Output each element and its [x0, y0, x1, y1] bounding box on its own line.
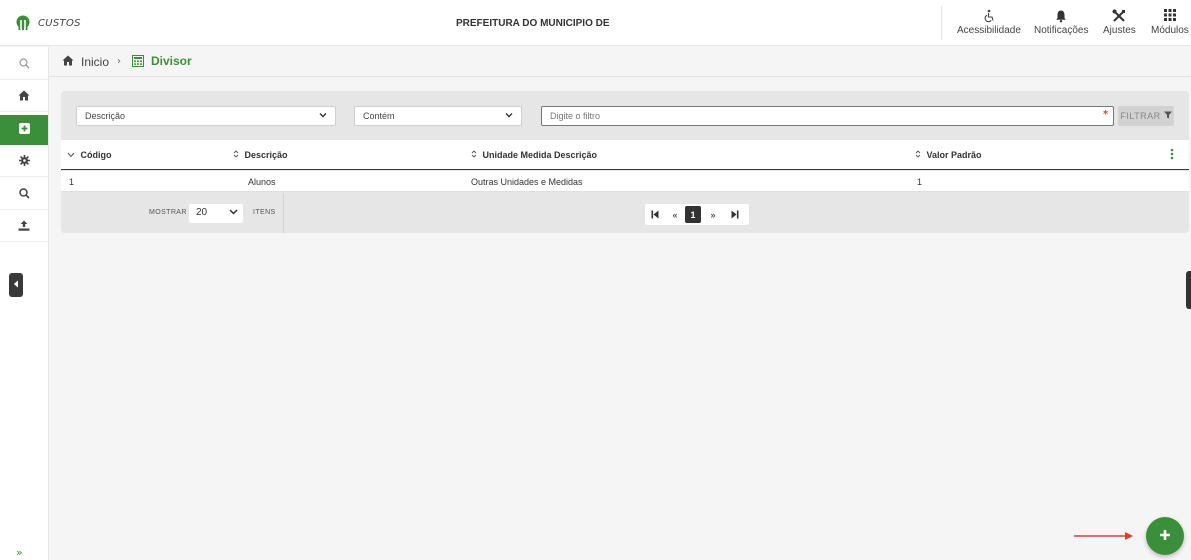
- right-panel-toggle[interactable]: [1186, 271, 1191, 309]
- page-navigation: « 1 »: [645, 204, 749, 225]
- home-icon: [18, 90, 30, 104]
- search-icon: [18, 187, 30, 202]
- accessibility-label: Acessibilidade: [957, 25, 1021, 36]
- accessibility-icon: [957, 9, 1021, 23]
- page-title: Divisor: [151, 54, 192, 68]
- pagination-divider: [283, 193, 284, 233]
- sidebar-search-advanced-button[interactable]: [0, 180, 48, 210]
- notifications-button[interactable]: Notificações: [1034, 9, 1088, 36]
- gear-icon: [18, 154, 30, 169]
- sidebar-add-button[interactable]: [0, 115, 48, 145]
- modules-label: Módulos: [1151, 25, 1189, 36]
- filter-field-select[interactable]: Descrição: [76, 106, 336, 126]
- notifications-label: Notificações: [1034, 25, 1089, 36]
- filter-operator-select[interactable]: Contém: [354, 106, 522, 126]
- breadcrumb: Inicio › Divisor: [49, 47, 1191, 77]
- next-page-button[interactable]: »: [701, 204, 725, 225]
- first-page-button[interactable]: [645, 204, 665, 225]
- column-header-codigo[interactable]: Código: [67, 150, 112, 160]
- sort-icon: [915, 150, 924, 160]
- page-1-button[interactable]: 1: [685, 206, 701, 223]
- column-label: Valor Padrão: [926, 150, 982, 160]
- header-divider: [941, 6, 942, 40]
- last-page-button[interactable]: [725, 204, 745, 225]
- app-logo-icon[interactable]: [15, 15, 31, 31]
- items-label: ITENS: [253, 209, 276, 216]
- chevron-down-icon: [505, 111, 513, 121]
- filter-operator-value: Contém: [363, 111, 395, 121]
- column-options-icon[interactable]: [1170, 148, 1174, 163]
- funnel-icon: [1163, 111, 1172, 121]
- plus-icon: [1159, 529, 1171, 544]
- table-header: Código Descrição Unidade Medida Descriçã…: [61, 140, 1189, 170]
- column-label: Unidade Medida Descrição: [482, 150, 598, 160]
- filter-input[interactable]: [541, 106, 1114, 126]
- sidebar-collapse-toggle[interactable]: [9, 273, 23, 297]
- add-record-button[interactable]: [1146, 517, 1184, 555]
- data-grid-panel: Descrição Contém * FILTRAR Código Descri…: [61, 91, 1189, 233]
- required-mark: *: [1103, 109, 1109, 120]
- search-icon: [18, 57, 30, 72]
- grid-icon: [1151, 9, 1189, 23]
- caret-left-icon: [13, 280, 19, 291]
- sort-icon: [471, 150, 480, 160]
- sidebar-settings-button[interactable]: [0, 147, 48, 177]
- previous-page-button[interactable]: «: [665, 204, 685, 225]
- red-arrow-annotation: [1073, 531, 1135, 544]
- settings-button[interactable]: Ajustes: [1103, 9, 1136, 36]
- chevron-down-icon: [67, 150, 78, 160]
- filter-button[interactable]: FILTRAR: [1118, 106, 1174, 126]
- sidebar-upload-button[interactable]: [0, 212, 48, 242]
- calculator-icon: [132, 55, 144, 70]
- app-name: CUSTOS: [38, 18, 81, 29]
- sidebar-home-button[interactable]: [0, 82, 48, 112]
- chevron-down-icon: [319, 111, 327, 121]
- items-per-page-select[interactable]: 20: [189, 204, 243, 223]
- breadcrumb-separator: ›: [117, 56, 121, 67]
- filter-button-label: FILTRAR: [1120, 111, 1161, 121]
- settings-label: Ajustes: [1103, 25, 1136, 36]
- column-header-unidade[interactable]: Unidade Medida Descrição: [471, 150, 597, 160]
- column-label: Código: [80, 150, 112, 160]
- table-row[interactable]: 1 Alunos Outras Unidades e Medidas 1: [61, 171, 1189, 192]
- sort-icon: [233, 150, 242, 160]
- items-per-page-value: 20: [196, 207, 208, 218]
- upload-icon: [18, 220, 30, 234]
- plus-square-icon: [18, 123, 30, 137]
- breadcrumb-home-link[interactable]: Inicio: [81, 55, 109, 69]
- column-header-descricao[interactable]: Descrição: [233, 150, 288, 160]
- show-label: MOSTRAR: [149, 209, 187, 216]
- column-label: Descrição: [244, 150, 288, 160]
- modules-button[interactable]: Módulos: [1151, 9, 1189, 36]
- left-sidebar: »: [0, 47, 49, 560]
- pagination-bar: MOSTRAR 20 ITENS « 1 »: [61, 193, 1189, 233]
- cell-valor: 1: [917, 177, 923, 187]
- sidebar-search-button[interactable]: [0, 50, 48, 80]
- accessibility-button[interactable]: Acessibilidade: [957, 9, 1021, 36]
- column-header-valor[interactable]: Valor Padrão: [915, 150, 982, 160]
- top-header: CUSTOS PREFEITURA DO MUNICIPIO DE Acessi…: [0, 0, 1191, 46]
- cell-codigo: 1: [69, 177, 75, 187]
- filter-field-value: Descrição: [85, 111, 126, 121]
- home-icon[interactable]: [62, 55, 74, 69]
- organization-name: PREFEITURA DO MUNICIPIO DE: [456, 18, 610, 29]
- cell-unidade: Outras Unidades e Medidas: [471, 177, 583, 187]
- bell-icon: [1034, 9, 1088, 23]
- chevron-down-icon: [229, 207, 238, 219]
- sidebar-expand-button[interactable]: »: [16, 546, 23, 559]
- tools-icon: [1103, 9, 1136, 23]
- cell-descricao: Alunos: [248, 177, 276, 187]
